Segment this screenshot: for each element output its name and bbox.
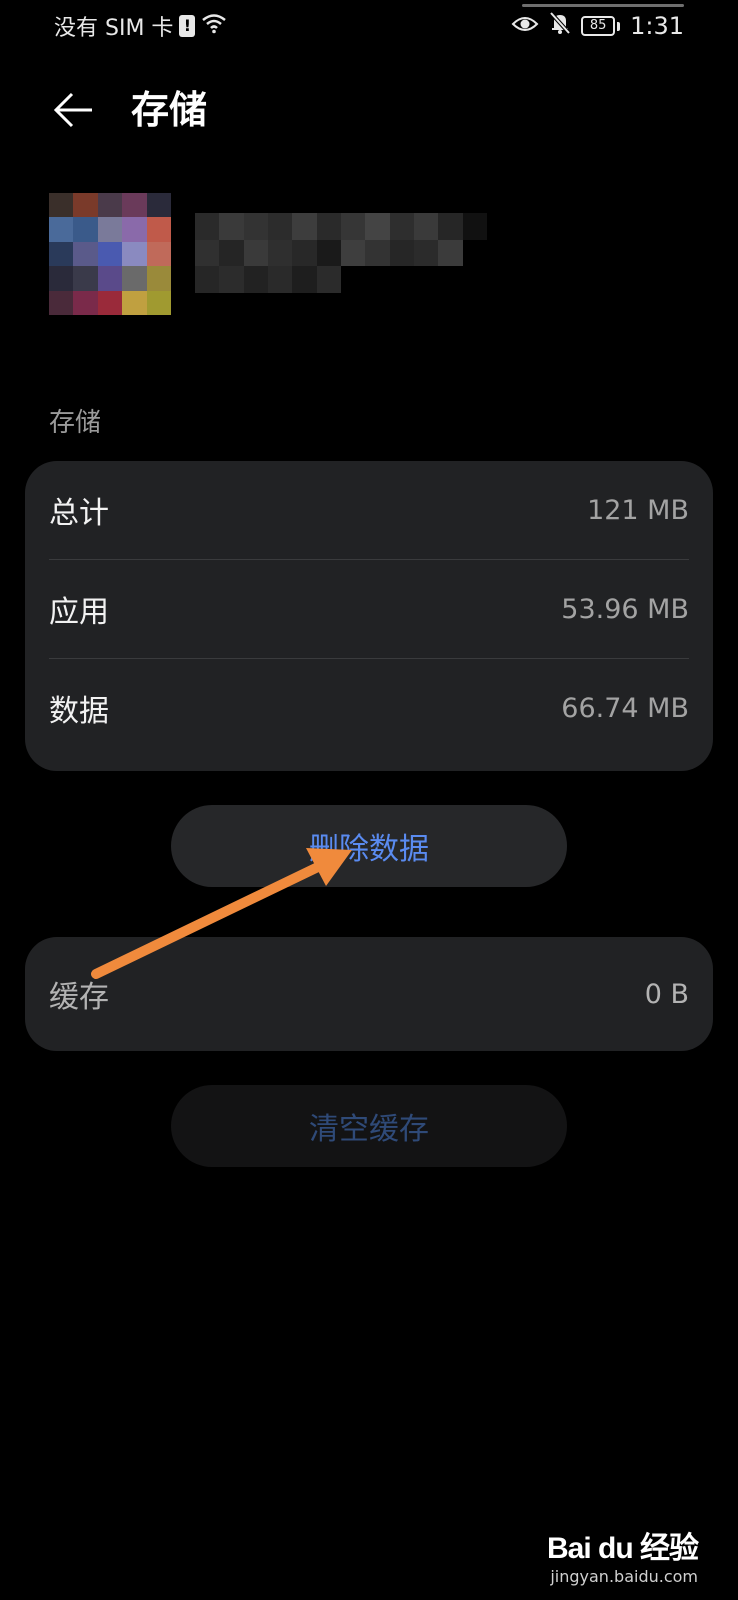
- status-bar-left: 没有 SIM 卡 !: [54, 10, 227, 42]
- row-label: 数据: [49, 694, 109, 729]
- back-arrow-icon: [53, 92, 92, 128]
- row-value: 121 MB: [587, 494, 689, 526]
- cache-card: 缓存 0 B: [25, 937, 713, 1051]
- storage-summary-card: 总计 121 MB 应用 53.96 MB 数据 66.74 MB: [25, 461, 713, 771]
- screen-top-indicator: [522, 4, 684, 7]
- eye-icon: [511, 12, 539, 40]
- bell-off-icon: [549, 11, 571, 41]
- storage-row-data: 数据 66.74 MB: [49, 659, 689, 757]
- carrier-text: 没有 SIM 卡: [54, 16, 174, 41]
- row-label: 总计: [49, 496, 109, 531]
- delete-data-button[interactable]: 删除数据: [171, 805, 567, 887]
- section-label: 存储: [49, 408, 102, 438]
- cache-row: 缓存 0 B: [49, 945, 689, 1043]
- row-value: 53.96 MB: [561, 593, 689, 625]
- battery-level: 85: [581, 16, 616, 36]
- row-value: 66.74 MB: [561, 692, 689, 724]
- status-bar-right: 85 1:31: [511, 10, 684, 42]
- storage-row-app: 应用 53.96 MB: [49, 560, 689, 658]
- clear-cache-button[interactable]: 清空缓存: [171, 1085, 567, 1167]
- page-title: 存储: [131, 88, 208, 132]
- watermark-url: jingyan.baidu.com: [550, 1567, 698, 1586]
- cache-value: 0 B: [644, 978, 689, 1010]
- wifi-icon: [201, 12, 227, 40]
- app-icon: [49, 193, 171, 315]
- back-button[interactable]: [46, 82, 102, 138]
- baidu-watermark: Bai du 经验 jingyan.baidu.com: [546, 1523, 699, 1586]
- watermark-logo: Bai du 经验: [546, 1532, 699, 1565]
- cache-label: 缓存: [49, 980, 109, 1015]
- sim-alert-icon: !: [179, 15, 196, 37]
- row-label: 应用: [49, 595, 109, 630]
- clock-time: 1:31: [630, 12, 684, 40]
- battery-icon: 85: [581, 16, 621, 36]
- storage-row-total: 总计 121 MB: [49, 461, 689, 559]
- app-name-redacted: [195, 213, 487, 293]
